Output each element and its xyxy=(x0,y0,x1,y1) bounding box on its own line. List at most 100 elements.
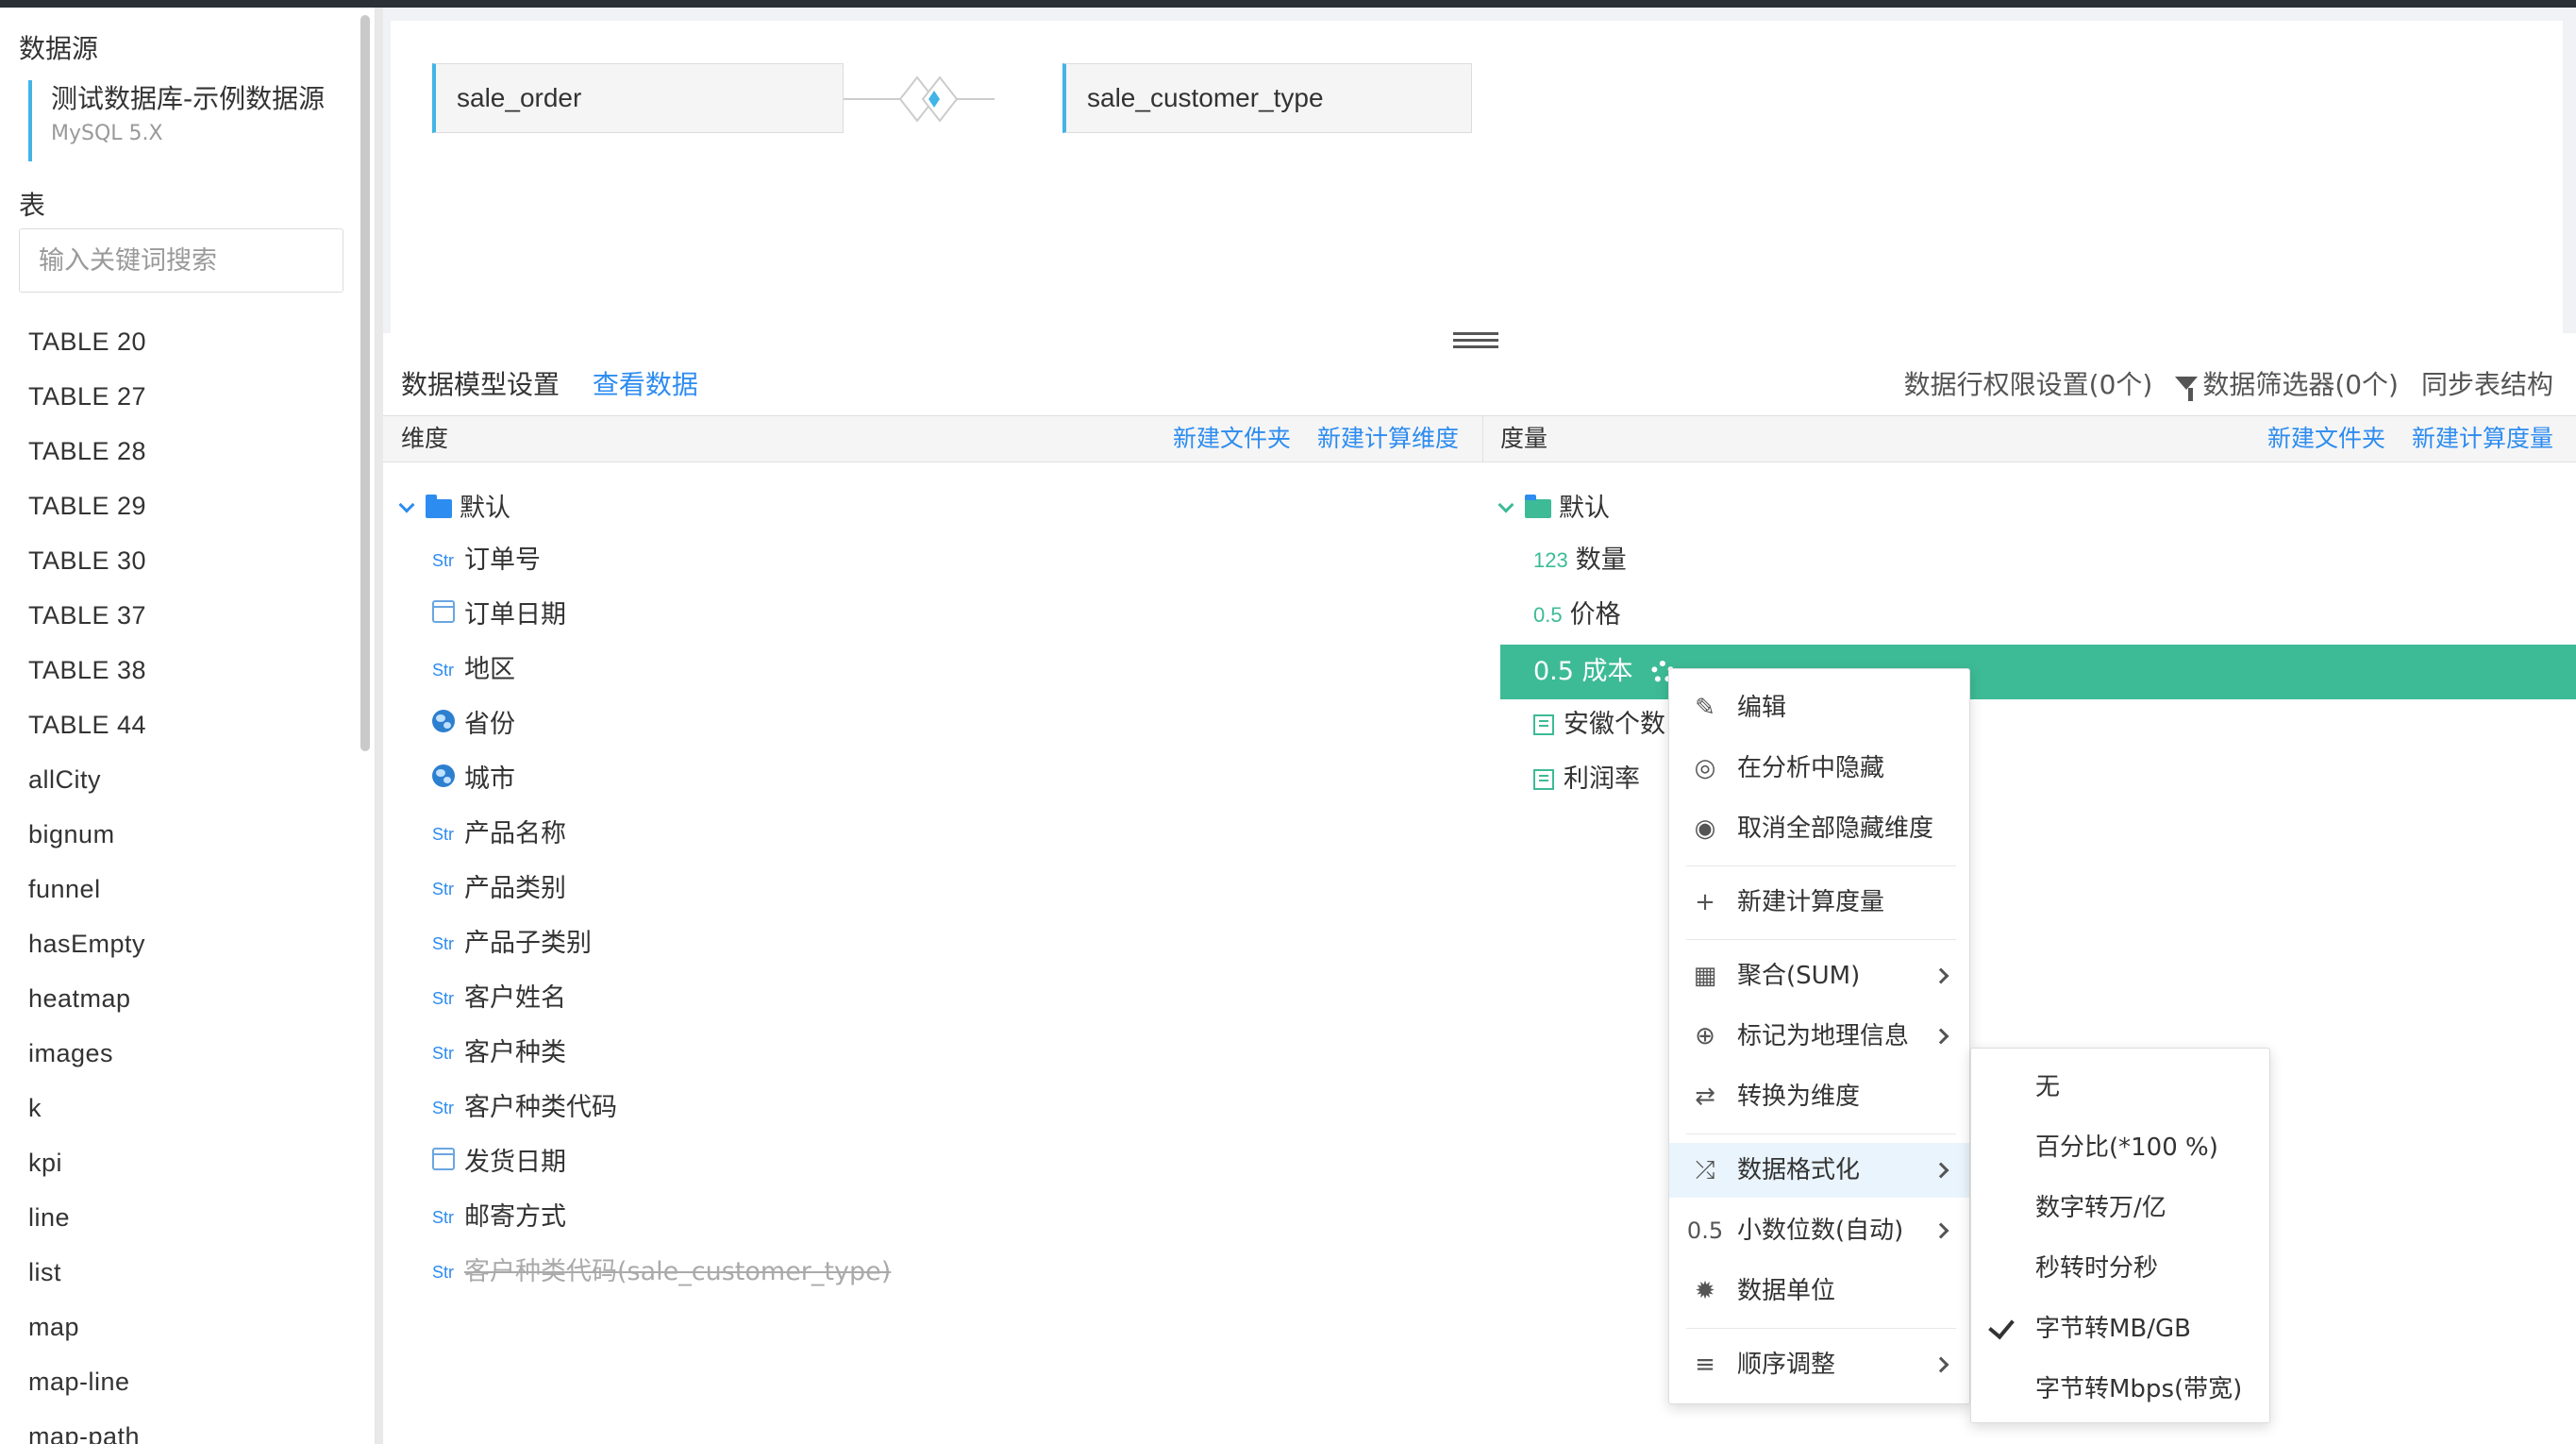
sidebar: 数据源 测试数据库-示例数据源 MySQL 5.X 表 TABLE 20 TAB… xyxy=(0,8,376,1444)
chevron-right-icon xyxy=(1932,967,1949,984)
list-item[interactable]: Str 产品子类别 xyxy=(432,916,592,971)
tab-view-data[interactable]: 查看数据 xyxy=(593,369,698,400)
list-item[interactable]: funnel xyxy=(28,862,146,916)
decimal-type-icon: 0.5 xyxy=(1533,603,1563,627)
table-list: TABLE 20 TABLE 27 TABLE 28 TABLE 29 TABL… xyxy=(28,314,146,1444)
string-type-icon: Str xyxy=(432,880,455,898)
list-item[interactable]: TABLE 38 xyxy=(28,643,146,697)
sidebar-scrollbar[interactable] xyxy=(360,15,370,751)
list-item[interactable]: map-path xyxy=(28,1409,146,1444)
list-item[interactable]: map xyxy=(28,1300,146,1354)
calendar-icon xyxy=(432,1148,455,1170)
list-item[interactable]: heatmap xyxy=(28,971,146,1026)
list-item[interactable]: hasEmpty xyxy=(28,916,146,971)
globe-icon xyxy=(432,764,455,787)
list-item[interactable]: TABLE 27 xyxy=(28,369,146,424)
shuffle-icon: ⤮ xyxy=(1695,1156,1715,1184)
menu-item-unhide-all[interactable]: ◉ 取消全部隐藏维度 xyxy=(1669,801,1969,856)
list-item[interactable]: 123 数量 xyxy=(1533,533,1627,588)
panel-divider[interactable] xyxy=(376,8,383,1444)
list-item[interactable]: TABLE 30 xyxy=(28,533,146,588)
table-node-left[interactable]: sale_order xyxy=(432,63,844,133)
list-item[interactable]: Str 地区 xyxy=(432,643,515,697)
menu-item-hide[interactable]: ◎ 在分析中隐藏 xyxy=(1669,741,1969,796)
list-item[interactable]: bignum xyxy=(28,807,146,862)
list-item[interactable]: k xyxy=(28,1081,146,1135)
measure-title: 度量 xyxy=(1500,425,1548,452)
list-item[interactable]: Str 客户姓名 xyxy=(432,971,566,1026)
list-item[interactable]: Str 产品名称 xyxy=(432,807,566,862)
measure-context-menu: ✎ 编辑 ◎ 在分析中隐藏 ◉ 取消全部隐藏维度 + 新建计算度量 ▦ 聚合(SUM) ⊕… xyxy=(1668,668,1970,1404)
list-item[interactable]: line xyxy=(28,1190,146,1245)
list-item[interactable]: TABLE 28 xyxy=(28,424,146,479)
list-item[interactable]: TABLE 37 xyxy=(28,588,146,643)
format-option[interactable]: 百分比(*100 %) xyxy=(1971,1120,2269,1175)
menu-item-format[interactable]: ⤮ 数据格式化 xyxy=(1669,1143,1969,1198)
exchange-icon: ⇄ xyxy=(1695,1083,1715,1111)
menu-item-new-calc[interactable]: + 新建计算度量 xyxy=(1669,875,1969,930)
measure-folder[interactable]: 默认 xyxy=(1497,481,1610,536)
list-item[interactable]: 省份 xyxy=(432,697,515,752)
table-node-right[interactable]: sale_customer_type xyxy=(1062,63,1472,133)
chevron-down-icon[interactable] xyxy=(1497,496,1514,513)
list-item[interactable]: Str 客户种类代码(sale_customer_type) xyxy=(432,1245,891,1300)
list-item[interactable]: Str 邮寄方式 xyxy=(432,1190,566,1245)
chevron-down-icon[interactable] xyxy=(398,496,415,513)
join-connector[interactable] xyxy=(844,68,995,130)
new-measure-folder-button[interactable]: 新建文件夹 xyxy=(2267,416,2385,462)
search-input[interactable] xyxy=(19,228,343,293)
list-item[interactable]: 发货日期 xyxy=(432,1135,566,1190)
menu-item-to-dimension[interactable]: ⇄ 转换为维度 xyxy=(1669,1069,1969,1124)
new-calc-dimension-button[interactable]: 新建计算维度 xyxy=(1317,416,1459,462)
format-option[interactable]: 数字转万/亿 xyxy=(1971,1181,2269,1235)
datasource-card[interactable]: 测试数据库-示例数据源 MySQL 5.X xyxy=(28,80,359,161)
menu-item-aggregate[interactable]: ▦ 聚合(SUM) xyxy=(1669,949,1969,1003)
menu-item-geo[interactable]: ⊕ 标记为地理信息 xyxy=(1669,1009,1969,1064)
format-option-selected[interactable]: 字节转MB/GB xyxy=(1971,1301,2269,1356)
menu-item-unit[interactable]: ✹ 数据单位 xyxy=(1669,1264,1969,1318)
chevron-right-icon xyxy=(1932,1222,1949,1239)
list-item[interactable]: kpi xyxy=(28,1135,146,1190)
menu-divider xyxy=(1686,865,1956,866)
format-option[interactable]: 秒转时分秒 xyxy=(1971,1241,2269,1296)
resize-handle-icon[interactable] xyxy=(1453,332,1498,355)
menu-item-edit[interactable]: ✎ 编辑 xyxy=(1669,680,1969,735)
list-item[interactable]: TABLE 29 xyxy=(28,479,146,533)
list-item[interactable]: Str 订单号 xyxy=(432,533,541,588)
measure-header: 度量 新建文件夹 新建计算度量 xyxy=(1482,415,2576,462)
string-type-icon: Str xyxy=(432,1263,455,1282)
format-option[interactable]: 字节转Mbps(带宽) xyxy=(1971,1362,2269,1417)
datasource-name: 测试数据库-示例数据源 xyxy=(51,83,326,114)
list-item[interactable]: allCity xyxy=(28,752,146,807)
top-bar xyxy=(0,0,2576,8)
dimension-folder[interactable]: 默认 xyxy=(398,481,510,536)
list-item[interactable]: map-line xyxy=(28,1354,146,1409)
list-item[interactable]: TABLE 20 xyxy=(28,314,146,369)
datasource-version: MySQL 5.X xyxy=(51,122,163,145)
list-item[interactable]: TABLE 44 xyxy=(28,697,146,752)
row-permission-link[interactable]: 数据行权限设置(0个) xyxy=(1904,364,2153,402)
list-item[interactable]: 0.5 价格 xyxy=(1533,588,1621,643)
sync-link[interactable]: 同步表结构 xyxy=(2421,364,2553,402)
list-item[interactable]: 安徽个数 xyxy=(1533,697,1665,752)
selected-measure-row[interactable]: 0.5 成本 xyxy=(1500,645,2576,699)
new-dimension-folder-button[interactable]: 新建文件夹 xyxy=(1173,416,1291,462)
list-item[interactable]: images xyxy=(28,1026,146,1081)
integer-type-icon: 123 xyxy=(1533,548,1568,572)
list-item[interactable]: Str 产品类别 xyxy=(432,862,566,916)
list-item[interactable]: Str 客户种类 xyxy=(432,1026,566,1081)
format-option[interactable]: 无 xyxy=(1971,1060,2269,1115)
table-title: 表 xyxy=(19,190,46,221)
list-item[interactable]: 城市 xyxy=(432,752,515,807)
filter-link[interactable]: 数据筛选器(0个) xyxy=(2175,364,2399,402)
tab-model-settings[interactable]: 数据模型设置 xyxy=(401,369,560,400)
menu-item-order[interactable]: ≡ 顺序调整 xyxy=(1669,1337,1969,1392)
list-item[interactable]: Str 客户种类代码 xyxy=(432,1081,617,1135)
list-item[interactable]: list xyxy=(28,1245,146,1300)
new-calc-measure-button[interactable]: 新建计算度量 xyxy=(2412,416,2553,462)
eye-slash-icon: ◎ xyxy=(1694,754,1716,782)
list-item[interactable]: 利润率 xyxy=(1533,752,1640,807)
menu-item-decimal[interactable]: 0.5 小数位数(自动) xyxy=(1669,1203,1969,1258)
folder-open-icon xyxy=(1525,495,1551,518)
list-item[interactable]: 订单日期 xyxy=(432,588,566,643)
